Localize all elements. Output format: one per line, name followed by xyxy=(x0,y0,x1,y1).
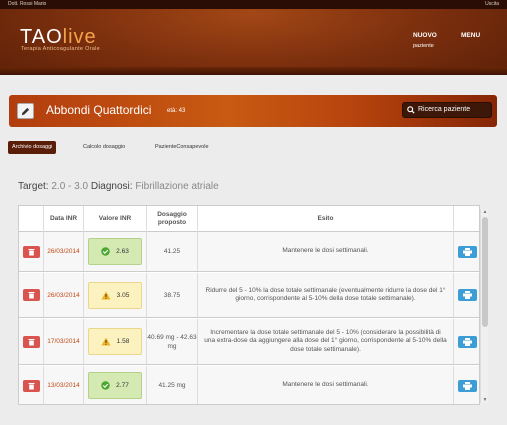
check-circle-icon xyxy=(101,247,110,256)
nav-new-patient[interactable]: NUOVO paziente xyxy=(413,32,437,49)
th-inr: Valore INR xyxy=(84,206,147,232)
table-row: 17/03/2014 1.58 40.69 mg - 42.63 mg Incr… xyxy=(19,319,479,365)
print-button[interactable] xyxy=(458,379,477,392)
trash-icon xyxy=(28,292,34,299)
app-header: TAOlive Terapia Anticoagulante Orale NUO… xyxy=(0,9,507,75)
cell-date: 26/03/2014 xyxy=(44,232,84,271)
patient-name: Abbondi Quattordici xyxy=(46,103,152,117)
app-subtitle: Terapia Anticoagulante Orale xyxy=(21,46,101,52)
tab-archivio-dosaggi[interactable]: Archivio dosaggi xyxy=(8,141,57,154)
tab-calcolo-dosaggio[interactable]: Calcolo dosaggio xyxy=(83,141,125,154)
edit-patient-button[interactable] xyxy=(17,103,34,119)
cell-date: 13/03/2014 xyxy=(44,366,84,404)
cell-date: 26/03/2014 xyxy=(44,273,84,317)
check-circle-icon xyxy=(101,381,110,390)
cell-dosage: 38.75 xyxy=(147,273,198,317)
patient-bar: Abbondi Quattordici età: 43 Ricerca pazi… xyxy=(9,95,497,127)
logged-user: Dott. Rossi Mario xyxy=(8,1,47,7)
warning-icon xyxy=(101,337,111,346)
nav-menu[interactable]: MENU xyxy=(461,32,480,39)
scroll-down-arrow-icon[interactable]: ▼ xyxy=(482,397,488,403)
print-button[interactable] xyxy=(458,289,477,301)
search-patient-button[interactable]: Ricerca paziente xyxy=(402,102,492,118)
table-scrollbar[interactable]: ▲ ▼ xyxy=(480,209,488,403)
tab-paziente-consapevole[interactable]: PazienteConsapevole xyxy=(155,141,209,154)
print-button[interactable] xyxy=(458,245,477,258)
print-button[interactable] xyxy=(458,335,477,348)
table-header: Data INR Valore INR Dosaggio proposto Es… xyxy=(19,206,479,232)
delete-button[interactable] xyxy=(22,379,40,392)
delete-button[interactable] xyxy=(22,245,40,258)
top-bar: Dott. Rossi Mario Uscita xyxy=(0,0,507,9)
cell-result: Mantenere le dosi settimanali. xyxy=(198,366,454,404)
cell-result: Ridurre del 5 - 10% la dose totale setti… xyxy=(198,273,454,317)
trash-icon xyxy=(28,338,34,345)
inr-value-box: 2.77 xyxy=(88,372,142,399)
print-icon xyxy=(463,337,472,346)
th-print xyxy=(454,206,479,232)
trash-icon xyxy=(28,248,34,255)
cell-dosage: 41.25 mg xyxy=(147,366,198,404)
cell-dosage: 40.69 mg - 42.63 mg xyxy=(147,319,198,364)
warning-icon xyxy=(101,291,111,299)
table-row: 13/03/2014 2.77 41.25 mg Mantenere le do… xyxy=(19,366,479,404)
print-icon xyxy=(463,247,472,256)
inr-value-box: 3.05 xyxy=(88,281,142,309)
delete-button[interactable] xyxy=(22,335,40,348)
inr-value-box: 2.63 xyxy=(88,238,142,265)
th-date: Data INR xyxy=(44,206,84,232)
scroll-thumb[interactable] xyxy=(482,217,488,327)
cell-result: Incrementare la dose totale settimanale … xyxy=(198,319,454,364)
scroll-up-arrow-icon[interactable]: ▲ xyxy=(482,209,488,215)
th-result: Esito xyxy=(198,206,454,232)
th-dosage: Dosaggio proposto xyxy=(147,206,198,232)
target-diagnosis-line: Target: 2.0 - 3.0 Diagnosi: Fibrillazion… xyxy=(18,181,219,192)
cell-result: Mantenere le dosi settimanali. xyxy=(198,232,454,271)
table-row: 26/03/2014 3.05 38.75 Ridurre del 5 - 10… xyxy=(19,273,479,318)
th-delete xyxy=(19,206,44,232)
table-row: 26/03/2014 2.63 41.25 Mantenere le dosi … xyxy=(19,232,479,272)
inr-value-box: 1.58 xyxy=(88,328,142,355)
delete-button[interactable] xyxy=(22,289,40,301)
pencil-icon xyxy=(21,107,30,116)
dosage-archive-table: Data INR Valore INR Dosaggio proposto Es… xyxy=(18,205,480,405)
cell-dosage: 41.25 xyxy=(147,232,198,271)
patient-age: età: 43 xyxy=(167,108,186,114)
search-icon xyxy=(407,106,415,114)
print-icon xyxy=(463,381,472,390)
trash-icon xyxy=(28,382,34,389)
logout-link[interactable]: Uscita xyxy=(485,0,499,9)
print-icon xyxy=(463,291,472,299)
cell-date: 17/03/2014 xyxy=(44,319,84,364)
